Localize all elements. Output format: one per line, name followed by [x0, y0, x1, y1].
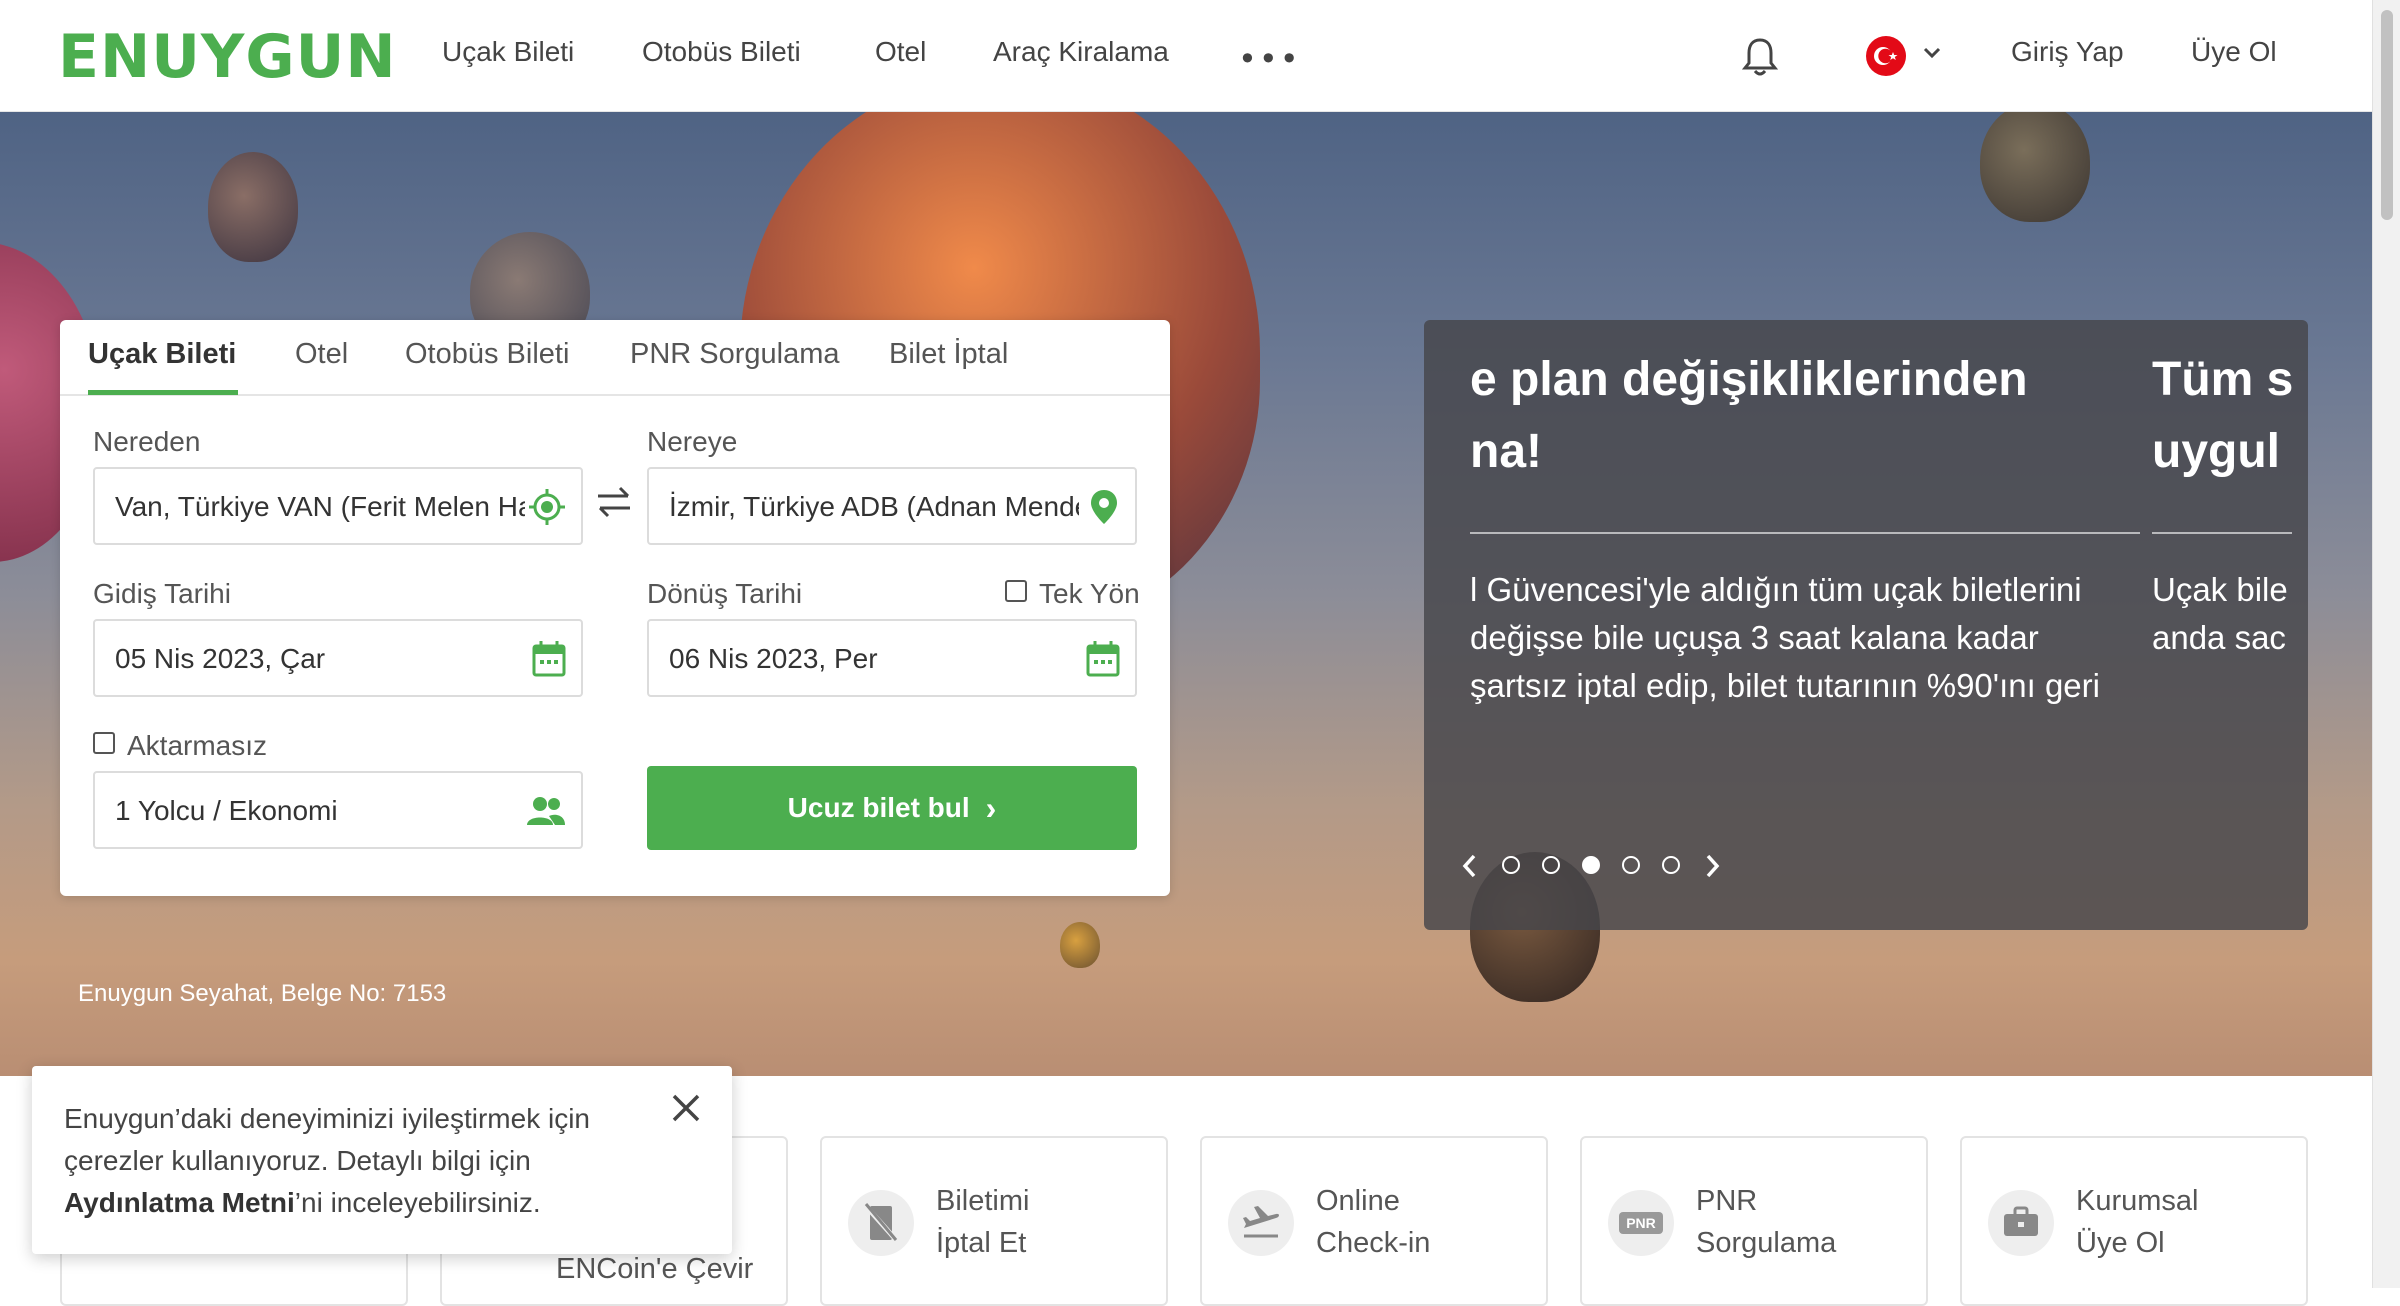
nav-otel[interactable]: Otel: [875, 36, 926, 68]
from-label: Nereden: [93, 426, 201, 457]
to-field[interactable]: İzmir, Türkiye ADB (Adnan Menderes: [647, 467, 1137, 545]
service-card-corporate[interactable]: Kurumsal Üye Ol: [1960, 1136, 2308, 1306]
close-icon[interactable]: [668, 1090, 704, 1126]
service-card-checkin[interactable]: Online Check-in: [1200, 1136, 1548, 1306]
tab-otel[interactable]: Otel: [295, 338, 348, 371]
from-value: Van, Türkiye VAN (Ferit Melen Hava: [115, 491, 525, 522]
locate-icon[interactable]: [527, 487, 567, 527]
login-link[interactable]: Giriş Yap: [2011, 36, 2124, 68]
scrollbar-thumb[interactable]: [2381, 10, 2393, 220]
chevron-right-icon: ›: [985, 789, 997, 826]
next-slide-peek: Tüm s uygul Uçak bile anda sac: [2152, 320, 2308, 930]
carousel-dot[interactable]: [1502, 856, 1520, 874]
pnr-icon: PNR: [1608, 1190, 1674, 1256]
nav-ucak-bileti[interactable]: Uçak Bileti: [442, 36, 574, 68]
promo-text-line2: değişse bile uçuşa 3 saat kalana kadar: [1470, 619, 2039, 656]
tab-ucak-bileti[interactable]: Uçak Bileti: [88, 338, 236, 371]
plane-takeoff-icon: [1228, 1190, 1294, 1256]
promo-divider: [1470, 532, 2140, 534]
service-label: Kurumsal Üye Ol: [2076, 1185, 2199, 1259]
page-scrollbar[interactable]: [2372, 0, 2400, 1288]
swap-icon[interactable]: [594, 484, 634, 520]
return-date-field[interactable]: 06 Nis 2023, Per: [647, 619, 1137, 697]
calendar-icon[interactable]: [1085, 639, 1121, 679]
carousel-next-icon[interactable]: [1702, 852, 1722, 880]
calendar-icon[interactable]: [531, 639, 567, 679]
search-flights-button[interactable]: Ucuz bilet bul ›: [647, 766, 1137, 850]
promo-next-title-line1: Tüm s: [2152, 353, 2294, 406]
tab-otobus-bileti[interactable]: Otobüs Bileti: [405, 338, 569, 371]
top-header: ENUYGUN Uçak Bileti Otobüs Bileti Otel A…: [0, 0, 2372, 112]
passenger-value: 1 Yolcu / Ekonomi: [115, 795, 338, 826]
active-tab-indicator: [88, 390, 238, 395]
service-label: PNR Sorgulama: [1696, 1185, 1837, 1259]
nav-otobus-bileti[interactable]: Otobüs Bileti: [642, 36, 801, 68]
balloon-image: [1980, 112, 2090, 222]
return-label: Dönüş Tarihi: [647, 578, 803, 609]
promo-next-title-line2: uygul: [2152, 425, 2280, 478]
promo-title-line1: e plan değişikliklerinden: [1470, 353, 2028, 406]
promo-carousel: e plan değişikliklerinden na! l Güvences…: [1424, 320, 2308, 930]
more-menu-icon[interactable]: •••: [1238, 40, 1301, 78]
cookie-text: Enuygun’daki deneyiminizi iyileştirmek i…: [64, 1103, 590, 1218]
privacy-notice-link[interactable]: Aydınlatma Metni: [64, 1187, 295, 1218]
signup-link[interactable]: Üye Ol: [2191, 36, 2277, 68]
service-card-cancel[interactable]: Biletimi İptal Et: [820, 1136, 1168, 1306]
carousel-dot[interactable]: [1542, 856, 1560, 874]
carousel-prev-icon[interactable]: [1460, 852, 1480, 880]
depart-label: Gidiş Tarihi: [93, 578, 231, 609]
service-label: ENCoin'e Çevir: [556, 1253, 754, 1285]
carousel-dot[interactable]: [1622, 856, 1640, 874]
search-tabs: Uçak Bileti Otel Otobüs Bileti PNR Sorgu…: [60, 320, 1170, 396]
balloon-image: [208, 152, 298, 262]
enuygun-logo[interactable]: ENUYGUN: [58, 22, 397, 92]
return-date-value: 06 Nis 2023, Per: [669, 643, 878, 674]
promo-text-line1: l Güvencesi'yle aldığın tüm uçak biletle…: [1470, 571, 2082, 608]
bell-icon[interactable]: [1742, 36, 1778, 78]
search-flights-label: Ucuz bilet bul: [787, 792, 970, 823]
carousel-dot-active[interactable]: [1582, 856, 1600, 874]
flag-tr-icon[interactable]: [1866, 36, 1906, 76]
direct-label: Aktarmasız: [127, 730, 268, 761]
cookie-banner: Enuygun’daki deneyiminizi iyileştirmek i…: [32, 1066, 732, 1254]
promo-next-text-line2: anda sac: [2152, 619, 2286, 656]
service-label: Biletimi İptal Et: [936, 1185, 1030, 1259]
carousel-dot[interactable]: [1662, 856, 1680, 874]
passengers-icon[interactable]: [525, 791, 567, 831]
service-card-pnr[interactable]: PNR PNR Sorgulama: [1580, 1136, 1928, 1306]
ticket-cancel-icon: [848, 1190, 914, 1256]
to-label: Nereye: [647, 426, 738, 457]
tab-pnr-sorgulama[interactable]: PNR Sorgulama: [630, 338, 840, 371]
depart-date-value: 05 Nis 2023, Çar: [115, 643, 326, 674]
location-pin-icon[interactable]: [1087, 487, 1121, 527]
oneway-checkbox[interactable]: [1005, 580, 1027, 602]
passenger-field[interactable]: 1 Yolcu / Ekonomi: [93, 771, 583, 849]
promo-text-line3: şartsız iptal edip, bilet tutarının %90'…: [1470, 667, 2100, 704]
service-label: Online Check-in: [1316, 1185, 1431, 1259]
balloon-image: [1060, 922, 1100, 968]
direct-checkbox[interactable]: [93, 732, 115, 754]
from-field[interactable]: Van, Türkiye VAN (Ferit Melen Hava: [93, 467, 583, 545]
promo-next-text-line1: Uçak bile: [2152, 571, 2288, 608]
chevron-down-icon[interactable]: [1922, 46, 1942, 60]
oneway-label: Tek Yön: [1039, 578, 1140, 609]
depart-date-field[interactable]: 05 Nis 2023, Çar: [93, 619, 583, 697]
briefcase-icon: [1988, 1190, 2054, 1256]
promo-next-divider: [2152, 532, 2292, 534]
license-text: Enuygun Seyahat, Belge No: 7153: [78, 980, 447, 1007]
nav-arac-kiralama[interactable]: Araç Kiralama: [993, 36, 1169, 68]
tab-bilet-iptal[interactable]: Bilet İptal: [889, 338, 1008, 371]
promo-title-line2: na!: [1470, 425, 1542, 478]
to-value: İzmir, Türkiye ADB (Adnan Menderes: [669, 491, 1079, 522]
